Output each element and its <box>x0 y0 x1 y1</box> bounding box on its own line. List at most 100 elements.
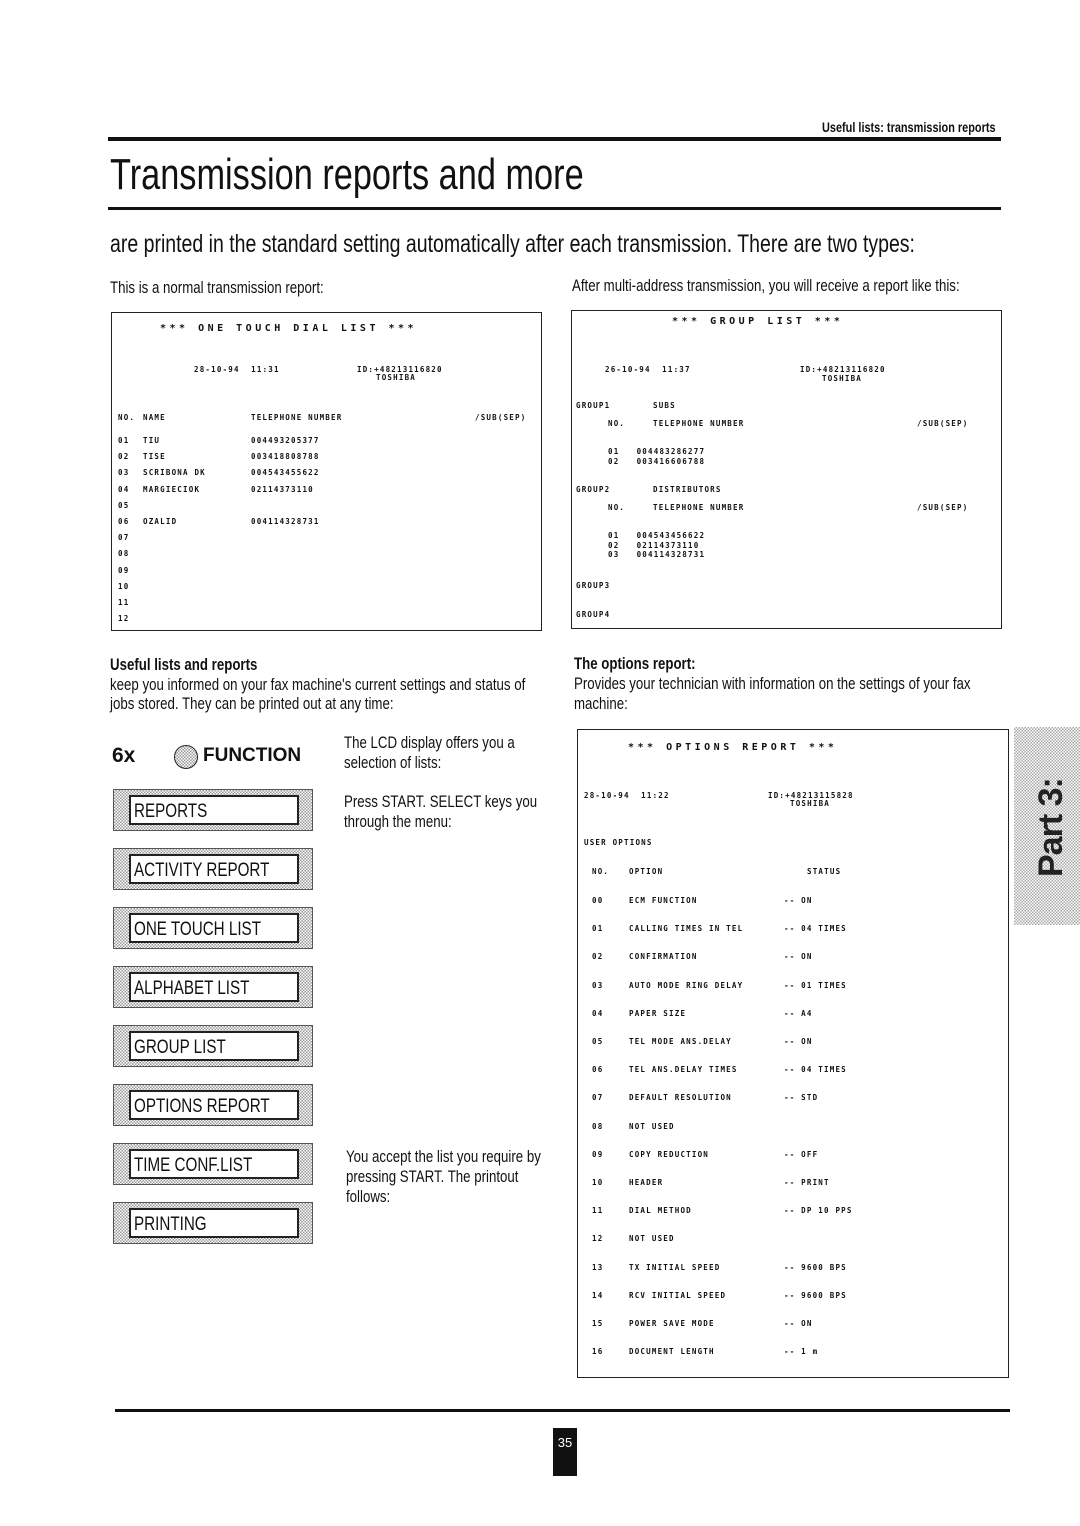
option-no: 06 <box>592 1065 604 1075</box>
option-no: 05 <box>592 1037 604 1046</box>
option-name: TEL MODE ANS.DELAY <box>629 1037 732 1046</box>
useful-lists-heading: Useful lists and reports <box>110 655 258 674</box>
option-status: -- A4 <box>784 1008 813 1018</box>
option-name: NOT USED <box>629 1121 675 1131</box>
lcd-text: ACTIVITY REPORT <box>134 860 270 881</box>
options-text-2: machine: <box>574 694 628 713</box>
list-row-name: TIU <box>143 436 161 445</box>
list-row-no: 02 <box>118 452 130 462</box>
one-touch-dial-list-report: *** ONE TOUCH DIAL LIST *** 28-10-94 11:… <box>111 312 542 631</box>
useful-lists-text-2: jobs stored. They can be printed out at … <box>110 694 394 713</box>
option-no: 02 <box>592 952 604 962</box>
page-title: Transmission reports and more <box>110 150 584 199</box>
option-name: AUTO MODE RING DELAY <box>629 980 744 990</box>
list-row-no: 05 <box>118 500 130 510</box>
lcd-screen: OPTIONS REPORT <box>129 1090 299 1120</box>
option-name: HEADER <box>629 1178 664 1187</box>
manual-page: Useful lists: transmission reports Trans… <box>0 0 1080 1526</box>
option-status: -- PRINT <box>784 1178 830 1187</box>
intro-text: are printed in the standard setting auto… <box>110 230 915 258</box>
option-no: 15 <box>592 1319 604 1328</box>
lcd-display-group-list: GROUP LIST <box>113 1025 313 1067</box>
lcd-text: ONE TOUCH LIST <box>134 919 261 940</box>
option-name: DIAL METHOD <box>629 1206 692 1216</box>
lcd-display-time-conf-list: TIME CONF.LIST <box>113 1143 313 1185</box>
col-no: NO. <box>608 503 626 512</box>
lcd-screen: GROUP LIST <box>129 1031 299 1061</box>
list-row-telephone: 004543455622 <box>251 468 320 478</box>
function-key-label: FUNCTION <box>203 745 302 766</box>
report-title: *** ONE TOUCH DIAL LIST *** <box>160 323 418 334</box>
options-report: *** OPTIONS REPORT *** 28-10-94 11:22 ID… <box>577 729 1009 1378</box>
group-label: GROUP1 <box>576 401 611 410</box>
option-name: DEFAULT RESOLUTION <box>629 1093 732 1103</box>
report-title: *** OPTIONS REPORT *** <box>628 742 838 753</box>
list-row-no: 11 <box>118 598 130 607</box>
option-no: 04 <box>592 1008 604 1018</box>
option-status: -- ON <box>784 952 813 962</box>
lcd-text: GROUP LIST <box>134 1037 226 1058</box>
option-no: 09 <box>592 1149 604 1159</box>
col-sub: /SUB(SEP) <box>917 503 969 512</box>
bottom-rule <box>115 1409 1010 1412</box>
option-status: -- 9600 BPS <box>784 1290 847 1300</box>
col-sub: /SUB(SEP) <box>917 419 969 428</box>
note-start-1: Press START. SELECT keys you <box>344 792 538 811</box>
option-name: CONFIRMATION <box>629 952 698 962</box>
part-3-tab: Part 3: <box>1014 727 1080 925</box>
report-date: 26-10-94 11:37 <box>605 365 691 374</box>
note-lcd-2: selection of lists: <box>344 753 442 772</box>
option-status: -- 04 TIMES <box>784 1065 847 1075</box>
list-row-name: SCRIBONA DK <box>143 468 206 478</box>
option-no: 10 <box>592 1178 604 1187</box>
option-no: 14 <box>592 1290 604 1300</box>
lcd-display-activity-report: ACTIVITY REPORT <box>113 848 313 890</box>
option-status: -- STD <box>784 1093 819 1103</box>
lcd-text: TIME CONF.LIST <box>134 1155 253 1176</box>
report-id-name: TOSHIBA <box>376 373 417 382</box>
option-name: TEL ANS.DELAY TIMES <box>629 1065 738 1075</box>
option-status: -- 04 TIMES <box>784 924 847 934</box>
title-rule <box>108 207 1001 210</box>
col-telephone: TELEPHONE NUMBER <box>653 419 745 428</box>
report-date: 28-10-94 11:22 <box>584 791 670 800</box>
options-heading: The options report: <box>574 654 696 673</box>
option-status: -- OFF <box>784 1149 819 1159</box>
col-sub: /SUB(SEP) <box>475 413 527 422</box>
col-telephone: TELEPHONE NUMBER <box>653 503 745 512</box>
lcd-display-reports: REPORTS <box>113 789 313 831</box>
lcd-screen: TIME CONF.LIST <box>129 1149 299 1179</box>
press-count: 6x <box>112 744 136 767</box>
option-status: -- ON <box>784 1037 813 1046</box>
useful-lists-text-1: keep you informed on your fax machine's … <box>110 675 526 694</box>
list-row-name: TISE <box>143 452 166 462</box>
col-no: NO. <box>608 419 626 428</box>
top-rule <box>108 137 1001 141</box>
lcd-screen: REPORTS <box>129 795 299 825</box>
option-no: 16 <box>592 1347 604 1357</box>
option-no: 00 <box>592 896 604 905</box>
group-row: 01 004543456622 <box>608 531 706 540</box>
function-button-icon <box>174 745 198 769</box>
option-no: 11 <box>592 1206 604 1216</box>
group-row: 03 004114328731 <box>608 550 706 559</box>
group-label: GROUP4 <box>576 610 611 619</box>
lcd-screen: ALPHABET LIST <box>129 972 299 1002</box>
list-row-no: 12 <box>118 614 130 624</box>
option-no: 03 <box>592 980 604 990</box>
option-name: NOT USED <box>629 1234 675 1244</box>
report-id-name: TOSHIBA <box>790 799 831 808</box>
col-name: NAME <box>143 413 166 422</box>
list-row-name: MARGIECIOK <box>143 484 201 494</box>
col-telephone: TELEPHONE NUMBER <box>251 413 343 422</box>
group-label: GROUP2 <box>576 485 611 494</box>
group-row: 02 003416606788 <box>608 456 706 466</box>
list-row-name: OZALID <box>143 517 178 526</box>
page-number: 35 <box>553 1428 577 1476</box>
option-name: TX INITIAL SPEED <box>629 1262 721 1272</box>
lcd-text: PRINTING <box>134 1214 207 1235</box>
option-no: 07 <box>592 1093 604 1103</box>
option-status: -- 01 TIMES <box>784 980 847 990</box>
note-accept-3: follows: <box>346 1187 391 1206</box>
group-list-report: *** GROUP LIST *** 26-10-94 11:37 ID:+48… <box>571 310 1002 629</box>
